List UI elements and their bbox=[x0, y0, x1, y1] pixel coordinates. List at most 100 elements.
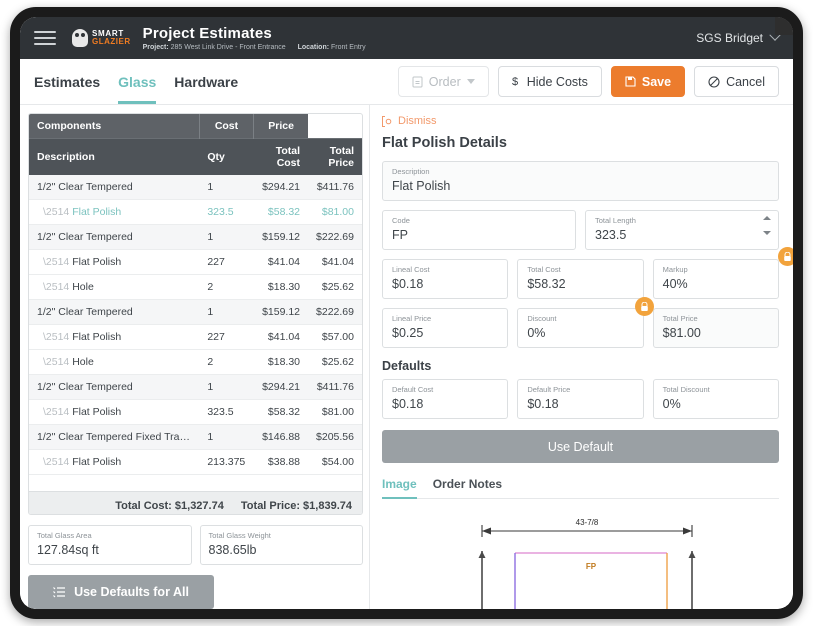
cell-qty: 1 bbox=[199, 424, 254, 450]
dollar-icon: $ bbox=[512, 75, 521, 88]
cell-qty: 1 bbox=[199, 175, 254, 200]
total-length-field[interactable]: Total Length 323.5 bbox=[585, 210, 779, 250]
description-field[interactable]: Description Flat Polish bbox=[382, 161, 779, 201]
group-header-components: Components bbox=[29, 114, 200, 139]
action-toolbar: Order $ Hide Costs Save Cancel bbox=[397, 66, 779, 97]
total-glass-area-box: Total Glass Area 127.84sq ft bbox=[28, 525, 192, 566]
glass-drawing: 43-7/8 FP bbox=[382, 511, 779, 609]
cell-total-cost: $18.30 bbox=[253, 274, 309, 300]
table-row[interactable]: Flat Polish323.5$58.32$81.00 bbox=[29, 399, 362, 425]
stepper-up-icon[interactable] bbox=[763, 216, 771, 220]
cell-total-cost: $58.32 bbox=[253, 399, 309, 425]
lineal-cost-label: Lineal Cost bbox=[392, 265, 430, 274]
cell-total-cost: $294.21 bbox=[253, 175, 309, 200]
table-row[interactable]: 1/2" Clear Tempered 1 $294.21 $411.76 bbox=[29, 175, 362, 200]
table-row[interactable]: 1/2" Clear Tempered 1 $294.21 $411.76 bbox=[29, 374, 362, 400]
total-glass-area-value: 127.84sq ft bbox=[37, 543, 99, 558]
drawing-svg: 43-7/8 FP bbox=[478, 518, 696, 609]
table-head: Components Cost Price Description Qty To… bbox=[29, 114, 362, 175]
table-row[interactable]: Flat Polish323.5$58.32$81.00 bbox=[29, 199, 362, 225]
total-price-field[interactable]: Total Price $81.00 bbox=[652, 308, 779, 348]
save-label: Save bbox=[641, 74, 672, 89]
components-pane: Components Cost Price Description Qty To… bbox=[20, 105, 370, 609]
markup-field[interactable]: Markup 40% bbox=[652, 259, 779, 299]
total-discount-field[interactable]: Total Discount 0% bbox=[652, 379, 779, 419]
tab-glass[interactable]: Glass bbox=[118, 59, 157, 104]
details-pane: Dismiss Flat Polish Details Description … bbox=[370, 105, 793, 609]
default-price-field[interactable]: Default Price $0.18 bbox=[517, 379, 644, 419]
table-row[interactable]: Hole2$18.30$25.62 bbox=[29, 274, 362, 300]
cell-description: 1/2" Clear Tempered bbox=[29, 374, 200, 400]
table-body: 1/2" Clear Tempered1$294.21$411.76Flat P… bbox=[29, 175, 362, 491]
project-value: 285 West Link Drive - Front Entrance bbox=[170, 44, 286, 51]
tab-estimates[interactable]: Estimates bbox=[34, 59, 100, 104]
stepper-down-icon[interactable] bbox=[763, 231, 771, 235]
cell-total-cost: $58.32 bbox=[253, 199, 309, 225]
col-qty[interactable]: Qty bbox=[199, 138, 254, 175]
hide-costs-label: Hide Costs bbox=[526, 74, 588, 89]
cell-description: Hole bbox=[29, 274, 200, 300]
hide-costs-button[interactable]: $ Hide Costs bbox=[497, 66, 602, 97]
total-length-label: Total Length bbox=[595, 216, 636, 225]
lineal-cost-value: $0.18 bbox=[392, 277, 424, 291]
details-subtabs: Image Order Notes bbox=[382, 477, 779, 499]
cell-total-cost: $18.30 bbox=[253, 349, 309, 375]
col-total-price[interactable]: Total Price bbox=[308, 138, 362, 175]
location-label: Location: bbox=[297, 44, 330, 51]
tab-hardware[interactable]: Hardware bbox=[174, 59, 238, 104]
group-header-cost: Cost bbox=[199, 114, 255, 139]
total-length-stepper[interactable] bbox=[763, 216, 771, 235]
discount-label: Discount bbox=[527, 314, 557, 323]
table-row[interactable]: 1/2" Clear Tempered 1 $159.12 $222.69 bbox=[29, 299, 362, 325]
price-discount-row: Lineal Price $0.25 Discount 0% Total Pri… bbox=[382, 297, 779, 348]
table-column-header-row: Description Qty Total Cost Total Price bbox=[29, 138, 362, 175]
use-defaults-for-all-button[interactable]: Use Defaults for All bbox=[28, 575, 214, 609]
use-default-button[interactable]: Use Default bbox=[382, 430, 779, 463]
order-button[interactable]: Order bbox=[397, 66, 489, 97]
table-row[interactable]: Flat Polish213.375$38.88$54.00 bbox=[29, 449, 362, 475]
subtab-order-notes[interactable]: Order Notes bbox=[433, 477, 502, 498]
lineal-cost-field[interactable]: Lineal Cost $0.18 bbox=[382, 259, 509, 299]
table-row[interactable]: Hole2$18.30$25.62 bbox=[29, 349, 362, 375]
description-label: Description bbox=[392, 167, 430, 176]
code-field[interactable]: Code FP bbox=[382, 210, 576, 250]
description-value: Flat Polish bbox=[392, 179, 451, 193]
markup-label: Markup bbox=[662, 265, 688, 274]
lock-icon bbox=[641, 301, 648, 311]
main-tabs: Estimates Glass Hardware bbox=[34, 59, 238, 104]
defaults-row: Default Cost $0.18 Default Price $0.18 T… bbox=[382, 379, 779, 419]
col-description[interactable]: Description bbox=[29, 138, 200, 175]
table-row[interactable]: 1/2" Clear Tempered 1 $159.12 $222.69 bbox=[29, 224, 362, 250]
group-header-price: Price bbox=[253, 114, 309, 139]
cell-total-price: $411.76 bbox=[308, 374, 362, 400]
cell-description: Flat Polish bbox=[29, 449, 200, 475]
save-button[interactable]: Save bbox=[610, 66, 686, 97]
cost-markup-row: Lineal Cost $0.18 Total Cost $58.32 Mark… bbox=[382, 247, 793, 299]
cell-description: Hole bbox=[29, 349, 200, 375]
discount-field[interactable]: Discount 0% bbox=[517, 308, 644, 348]
cancel-button[interactable]: Cancel bbox=[694, 66, 779, 97]
table-row[interactable]: Flat Polish227$41.04$57.00 bbox=[29, 324, 362, 350]
markup-lock-badge[interactable] bbox=[778, 247, 793, 266]
tablet-device-frame: SMART GLAZIER Project Estimates Project:… bbox=[10, 7, 803, 619]
default-cost-field[interactable]: Default Cost $0.18 bbox=[382, 379, 509, 419]
col-total-cost[interactable]: Total Cost bbox=[253, 138, 309, 175]
table-row[interactable]: 1/2" Clear Tempered Fixed Trans... 1 $146.… bbox=[29, 424, 362, 450]
cell-total-price: $222.69 bbox=[308, 224, 362, 250]
total-cost-field[interactable]: Total Cost $58.32 bbox=[517, 259, 644, 299]
cell-total-price: $57.00 bbox=[308, 324, 362, 350]
document-icon bbox=[412, 76, 423, 88]
table-row[interactable]: Flat Polish227$41.04$41.04 bbox=[29, 249, 362, 275]
user-menu[interactable]: SGS Bridget bbox=[696, 29, 781, 45]
total-length-value: 323.5 bbox=[595, 228, 627, 242]
code-value: FP bbox=[392, 228, 408, 242]
components-table: Components Cost Price Description Qty To… bbox=[29, 114, 362, 491]
dismiss-button[interactable]: Dismiss bbox=[382, 115, 779, 127]
lineal-price-field[interactable]: Lineal Price $0.25 bbox=[382, 308, 509, 348]
cell-total-price: $41.04 bbox=[308, 249, 362, 275]
camera-dot bbox=[775, 17, 793, 35]
subtab-image[interactable]: Image bbox=[382, 477, 417, 499]
cell-total-cost: $294.21 bbox=[253, 374, 309, 400]
hamburger-icon[interactable] bbox=[34, 31, 56, 45]
total-price-lock-badge[interactable] bbox=[635, 297, 654, 316]
